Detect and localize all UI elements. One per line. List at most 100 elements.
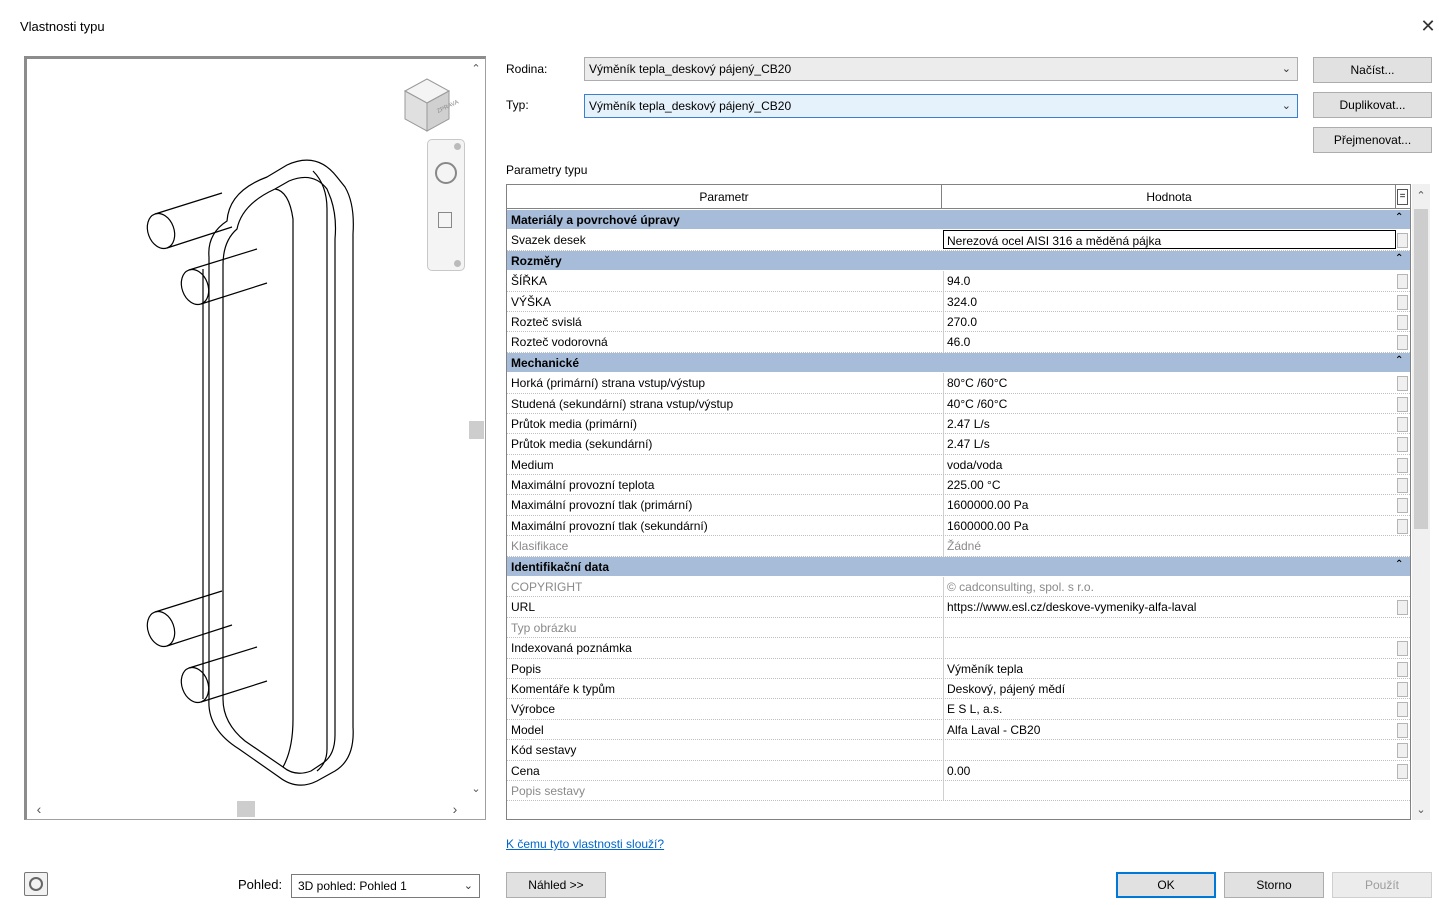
parameter-value[interactable] bbox=[943, 740, 1396, 760]
formula-button[interactable] bbox=[1397, 478, 1408, 494]
scroll-thumb[interactable] bbox=[469, 421, 484, 439]
table-row[interactable]: Maximální provozní teplota 225.00 °C bbox=[507, 475, 1410, 496]
table-row[interactable]: Medium voda/voda bbox=[507, 454, 1410, 476]
parameter-value[interactable]: 94.0 bbox=[943, 271, 1396, 291]
parameter-value[interactable]: https://www.esl.cz/deskove-vymeniky-alfa… bbox=[943, 597, 1396, 617]
table-row[interactable]: Model Alfa Laval - CB20 bbox=[507, 719, 1410, 741]
collapse-icon[interactable]: ⌃ bbox=[1395, 559, 1403, 570]
formula-button[interactable] bbox=[1397, 396, 1408, 412]
table-row[interactable]: Popis Výměník tepla bbox=[507, 658, 1410, 679]
collapse-icon[interactable]: ⌃ bbox=[1395, 212, 1403, 223]
parameter-value[interactable]: 80°C /60°C bbox=[943, 373, 1396, 393]
scroll-right-icon[interactable]: › bbox=[447, 801, 463, 817]
formula-button[interactable] bbox=[1397, 763, 1408, 779]
scroll-thumb[interactable] bbox=[237, 801, 255, 817]
formula-button[interactable] bbox=[1397, 722, 1408, 738]
parameter-value[interactable]: 40°C /60°C bbox=[943, 393, 1396, 413]
parameter-value[interactable]: 225.00 °C bbox=[943, 475, 1396, 495]
scroll-down-icon[interactable]: ⌄ bbox=[467, 781, 485, 797]
collapse-icon[interactable]: ⌃ bbox=[1395, 355, 1403, 366]
navbar-menu-icon[interactable] bbox=[454, 260, 461, 267]
formula-button[interactable] bbox=[1397, 641, 1408, 657]
table-row[interactable]: Typ obrázku bbox=[507, 617, 1410, 639]
scroll-thumb[interactable] bbox=[1414, 209, 1428, 529]
column-header-value[interactable]: Hodnota bbox=[943, 185, 1396, 209]
type-combo[interactable]: Výměník tepla_deskový pájený_CB20 ⌄ bbox=[584, 94, 1298, 118]
close-icon[interactable]: ✕ bbox=[1418, 15, 1438, 37]
collapse-icon[interactable]: ⌃ bbox=[1395, 253, 1403, 264]
parameter-value[interactable]: 2.47 L/s bbox=[943, 434, 1396, 454]
parameter-value[interactable] bbox=[943, 638, 1396, 658]
duplicate-button[interactable]: Duplikovat... bbox=[1313, 92, 1432, 118]
table-row[interactable]: Maximální provozní tlak (sekundární) 1600… bbox=[507, 515, 1410, 537]
formula-button[interactable] bbox=[1397, 376, 1408, 392]
table-row[interactable]: URL https://www.esl.cz/deskove-vymeniky-a… bbox=[507, 597, 1410, 618]
formula-button[interactable] bbox=[1397, 233, 1408, 249]
table-vertical-scrollbar[interactable]: ⌃ ⌄ bbox=[1412, 184, 1430, 820]
scroll-left-icon[interactable]: ‹ bbox=[31, 801, 47, 817]
formula-button[interactable] bbox=[1397, 600, 1408, 616]
formula-button[interactable] bbox=[1397, 416, 1408, 432]
formula-button[interactable] bbox=[1397, 743, 1408, 759]
scroll-up-icon[interactable]: ⌃ bbox=[1412, 188, 1430, 204]
group-header[interactable]: Rozměry ⌃ bbox=[507, 250, 1410, 272]
parameter-value[interactable]: Nerezová ocel AISI 316 a měděná pájka bbox=[943, 230, 1396, 250]
formula-button[interactable] bbox=[1397, 498, 1408, 514]
formula-button[interactable] bbox=[1397, 518, 1408, 534]
table-row[interactable]: Popis sestavy bbox=[507, 780, 1410, 802]
cancel-button[interactable]: Storno bbox=[1224, 872, 1324, 898]
apply-button[interactable]: Použít bbox=[1332, 872, 1432, 898]
column-header-formula[interactable]: = bbox=[1397, 189, 1408, 205]
table-row[interactable]: ŠÍŘKA 94.0 bbox=[507, 271, 1410, 292]
table-row[interactable]: Rozteč vodorovná 46.0 bbox=[507, 332, 1410, 353]
parameter-value[interactable]: Deskový, pájený mědí bbox=[943, 678, 1396, 699]
parameter-value[interactable]: 324.0 bbox=[943, 291, 1396, 311]
table-row[interactable]: Průtok media (sekundární) 2.47 L/s bbox=[507, 434, 1410, 455]
table-row[interactable]: VÝŠKA 324.0 bbox=[507, 291, 1410, 312]
parameter-value[interactable]: 1600000.00 Pa bbox=[943, 495, 1396, 515]
formula-button[interactable] bbox=[1397, 681, 1408, 697]
preview-panel[interactable]: ZPRAVA ⌃ ⌄ ‹ › bbox=[24, 56, 486, 820]
table-row[interactable]: Rozteč svislá 270.0 bbox=[507, 311, 1410, 333]
help-link[interactable]: K čemu tyto vlastnosti slouží? bbox=[506, 837, 664, 851]
view-select[interactable]: 3D pohled: Pohled 1 ⌄ bbox=[291, 874, 480, 898]
parameter-value[interactable]: 2.47 L/s bbox=[943, 413, 1396, 434]
zoom-icon[interactable] bbox=[438, 212, 452, 228]
table-row[interactable]: Klasifikace Žádné bbox=[507, 536, 1410, 557]
table-row[interactable]: COPYRIGHT © cadconsulting, spol. s r.o. bbox=[507, 577, 1410, 598]
formula-button[interactable] bbox=[1397, 335, 1408, 351]
table-row[interactable]: Maximální provozní tlak (primární) 160000… bbox=[507, 495, 1410, 516]
formula-button[interactable] bbox=[1397, 274, 1408, 290]
table-row[interactable]: Cena 0.00 bbox=[507, 760, 1410, 781]
table-row[interactable]: Komentáře k typům Deskový, pájený mědí bbox=[507, 678, 1410, 700]
family-combo[interactable]: Výměník tepla_deskový pájený_CB20 ⌄ bbox=[584, 57, 1298, 81]
table-row[interactable]: Indexovaná poznámka bbox=[507, 638, 1410, 659]
preview-horizontal-scrollbar[interactable]: ‹ › bbox=[27, 799, 467, 819]
formula-button[interactable] bbox=[1397, 314, 1408, 330]
preview-vertical-scrollbar[interactable]: ⌃ ⌄ bbox=[467, 59, 485, 799]
parameter-value[interactable]: 46.0 bbox=[943, 332, 1396, 352]
preview-button[interactable]: Náhled >> bbox=[506, 872, 606, 898]
rename-button[interactable]: Přejmenovat... bbox=[1313, 127, 1432, 153]
column-header-parameter[interactable]: Parametr bbox=[507, 185, 942, 209]
formula-button[interactable] bbox=[1397, 294, 1408, 310]
table-row[interactable]: Svazek desek Nerezová ocel AISI 316 a měd… bbox=[507, 230, 1410, 251]
table-row[interactable]: Kód sestavy bbox=[507, 740, 1410, 761]
scroll-down-icon[interactable]: ⌄ bbox=[1412, 802, 1430, 818]
table-row[interactable]: Studená (sekundární) strana vstup/výstup… bbox=[507, 393, 1410, 414]
formula-button[interactable] bbox=[1397, 437, 1408, 453]
parameter-value[interactable]: Výměník tepla bbox=[943, 658, 1396, 678]
table-row[interactable]: Průtok media (primární) 2.47 L/s bbox=[507, 413, 1410, 435]
parameter-value[interactable]: Alfa Laval - CB20 bbox=[943, 719, 1396, 740]
table-row[interactable]: Horká (primární) strana vstup/výstup 80°C… bbox=[507, 373, 1410, 394]
ok-button[interactable]: OK bbox=[1116, 872, 1216, 898]
navbar-close-icon[interactable] bbox=[454, 143, 461, 150]
steering-wheel-icon[interactable] bbox=[435, 162, 457, 184]
parameter-value[interactable]: E S L, a.s. bbox=[943, 699, 1396, 719]
parameter-value[interactable]: 0.00 bbox=[943, 760, 1396, 780]
table-row[interactable]: Výrobce E S L, a.s. bbox=[507, 699, 1410, 720]
formula-button[interactable] bbox=[1397, 661, 1408, 677]
formula-button[interactable] bbox=[1397, 702, 1408, 718]
group-header[interactable]: Materiály a povrchové úpravy ⌃ bbox=[507, 210, 1410, 231]
formula-button[interactable] bbox=[1397, 457, 1408, 473]
